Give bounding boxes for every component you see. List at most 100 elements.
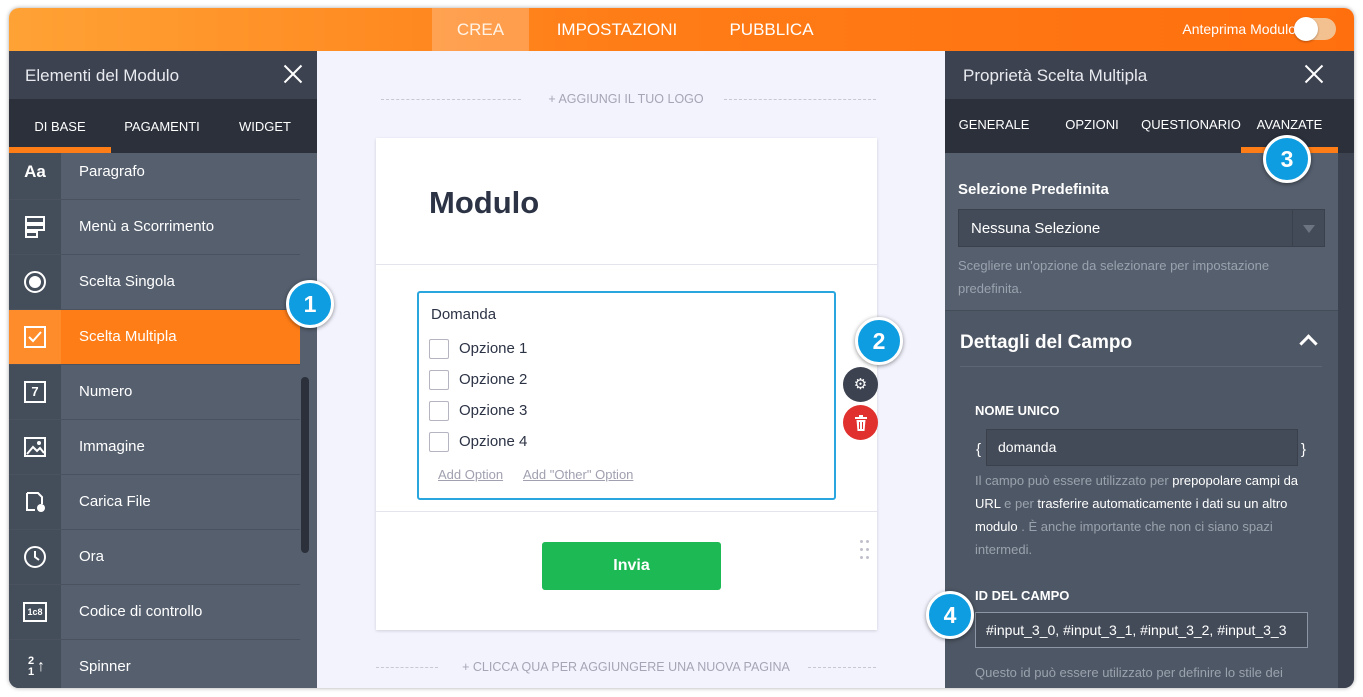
add-page-row[interactable]: + CLICCA QUA PER AGGIUNGERE UNA NUOVA PA… [376,659,876,675]
trash-icon[interactable] [843,405,878,440]
field-details-section: Dettagli del Campo NOME UNICO { domanda … [945,311,1338,688]
dropdown-value: Nessuna Selezione [971,220,1101,237]
add-option-link[interactable]: Add Option [438,467,503,482]
element-label: Menù a Scorrimento [79,218,215,235]
dropdown-icon [9,200,61,254]
element-list: Aa Paragrafo Menù a Scorrimento Scelta S… [9,153,300,688]
close-icon[interactable] [1303,63,1325,85]
multiple-choice-question[interactable]: Domanda Opzione 1 Opzione 2 Opzione 3 Op… [417,291,869,559]
chevron-up-icon[interactable] [1299,334,1318,353]
left-panel-title: Elementi del Modulo [25,66,180,85]
option-label: Opzione 2 [459,371,528,388]
element-label: Carica File [79,493,151,510]
right-panel-title: Proprietà Scelta Multipla [963,66,1148,85]
open-brace: { [976,441,982,458]
add-logo-row[interactable]: + AGGIUNGI IL TUO LOGO [376,91,876,107]
element-item-scelta-singola[interactable]: Scelta Singola [9,255,300,310]
chevron-down-icon[interactable] [1292,210,1324,246]
element-item-codice-controllo[interactable]: 1c8 Codice di controllo [9,585,300,640]
element-label: Paragrafo [79,163,145,180]
tab-questionario[interactable]: QUESTIONARIO [1141,117,1241,132]
option-label: Opzione 3 [459,402,528,419]
option-checkbox[interactable] [429,401,449,421]
add-other-option-link[interactable]: Add "Other" Option [523,467,633,482]
option-label: Opzione 4 [459,433,528,450]
close-icon[interactable] [282,63,304,85]
form-title[interactable]: Modulo [429,185,539,221]
element-label: Numero [79,383,133,400]
preview-label: Anteprima Modulo [1182,21,1296,37]
app-window: CREA IMPOSTAZIONI PUBBLICA Anteprima Mod… [9,8,1354,688]
step-badge-2: 2 [855,317,903,365]
tab-generale[interactable]: GENERALE [945,117,1043,132]
element-list-scrollbar[interactable] [301,377,309,553]
unique-name-label: NOME UNICO [975,403,1060,418]
checkbox-icon [9,310,61,364]
form-card: Modulo Domanda Opzione 1 Opzione 2 Opzio… [376,138,877,630]
drag-handle-icon[interactable] [860,540,872,564]
right-panel-scrollbar[interactable] [1338,153,1354,688]
add-page-link[interactable]: + CLICCA QUA PER AGGIUNGERE UNA NUOVA PA… [376,660,876,674]
divider [376,511,877,512]
tab-crea[interactable]: CREA [432,8,529,51]
number-icon: 7 [9,365,61,419]
spinner-icon: 2 1 ↑ [9,640,61,688]
tab-widget[interactable]: WIDGET [213,119,317,134]
unique-name-help: Il campo può essere utilizzato per prepo… [975,473,1299,557]
option-checkbox[interactable] [429,339,449,359]
option-label: Opzione 1 [459,340,528,357]
element-item-scelta-multipla[interactable]: Scelta Multipla [9,310,300,365]
divider [960,366,1322,367]
field-id-input[interactable]: #input_3_0, #input_3_1, #input_3_2, #inp… [975,612,1308,648]
tab-di-base[interactable]: DI BASE [9,119,111,134]
form-elements-panel: Elementi del Modulo DI BASE PAGAMENTI WI… [9,51,317,688]
default-selection-dropdown[interactable]: Nessuna Selezione [958,209,1325,247]
option-checkbox[interactable] [429,370,449,390]
submit-button[interactable]: Invia [542,542,721,590]
left-panel-header: Elementi del Modulo [9,51,317,99]
element-label: Immagine [79,438,145,455]
element-label: Scelta Singola [79,273,175,290]
radio-icon [9,255,61,309]
tab-avanzate[interactable]: AVANZATE [1241,117,1338,132]
element-item-spinner[interactable]: 2 1 ↑ Spinner [9,640,300,688]
add-logo-link[interactable]: + AGGIUNGI IL TUO LOGO [376,92,876,106]
file-upload-icon [9,475,61,529]
captcha-icon: 1c8 [9,585,61,639]
element-item-numero[interactable]: 7 Numero [9,365,300,420]
field-details-title[interactable]: Dettagli del Campo [960,332,1132,354]
field-id-label: ID DEL CAMPO [975,588,1070,603]
top-navigation-bar: CREA IMPOSTAZIONI PUBBLICA Anteprima Mod… [9,8,1354,51]
left-panel-tabs: DI BASE PAGAMENTI WIDGET [9,99,317,153]
unique-name-input[interactable]: domanda [986,429,1298,466]
gear-icon[interactable]: ⚙ [843,367,878,402]
default-selection-help: Scegliere un'opzione da selezionare per … [958,258,1270,296]
field-id-help: Questo id può essere utilizzato per defi… [975,665,1283,680]
tab-pagamenti[interactable]: PAGAMENTI [111,119,213,134]
element-item-carica-file[interactable]: Carica File [9,475,300,530]
divider [376,264,877,265]
clock-icon [9,530,61,584]
element-label: Spinner [79,658,131,675]
toggle-knob [1294,17,1318,41]
close-brace: } [1301,441,1307,458]
tab-opzioni[interactable]: OPZIONI [1043,117,1141,132]
right-panel-header: Proprietà Scelta Multipla [945,51,1354,99]
tab-pubblica[interactable]: PUBBLICA [714,8,829,51]
preview-toggle[interactable] [1294,17,1336,41]
default-selection-title: Selezione Predefinita [958,181,1109,198]
tab-impostazioni[interactable]: IMPOSTAZIONI [542,8,692,51]
question-label[interactable]: Domanda [431,306,496,323]
step-badge-1: 1 [286,280,334,328]
element-label: Codice di controllo [79,603,203,620]
element-item-paragrafo[interactable]: Aa Paragrafo [9,153,300,200]
option-checkbox[interactable] [429,432,449,452]
element-item-immagine[interactable]: Immagine [9,420,300,475]
element-item-menu-scorrimento[interactable]: Menù a Scorrimento [9,200,300,255]
element-item-ora[interactable]: Ora [9,530,300,585]
paragraph-icon: Aa [9,153,61,199]
element-label: Ora [79,548,105,565]
element-label: Scelta Multipla [79,328,177,345]
step-badge-4: 4 [926,591,974,639]
image-icon [9,420,61,474]
